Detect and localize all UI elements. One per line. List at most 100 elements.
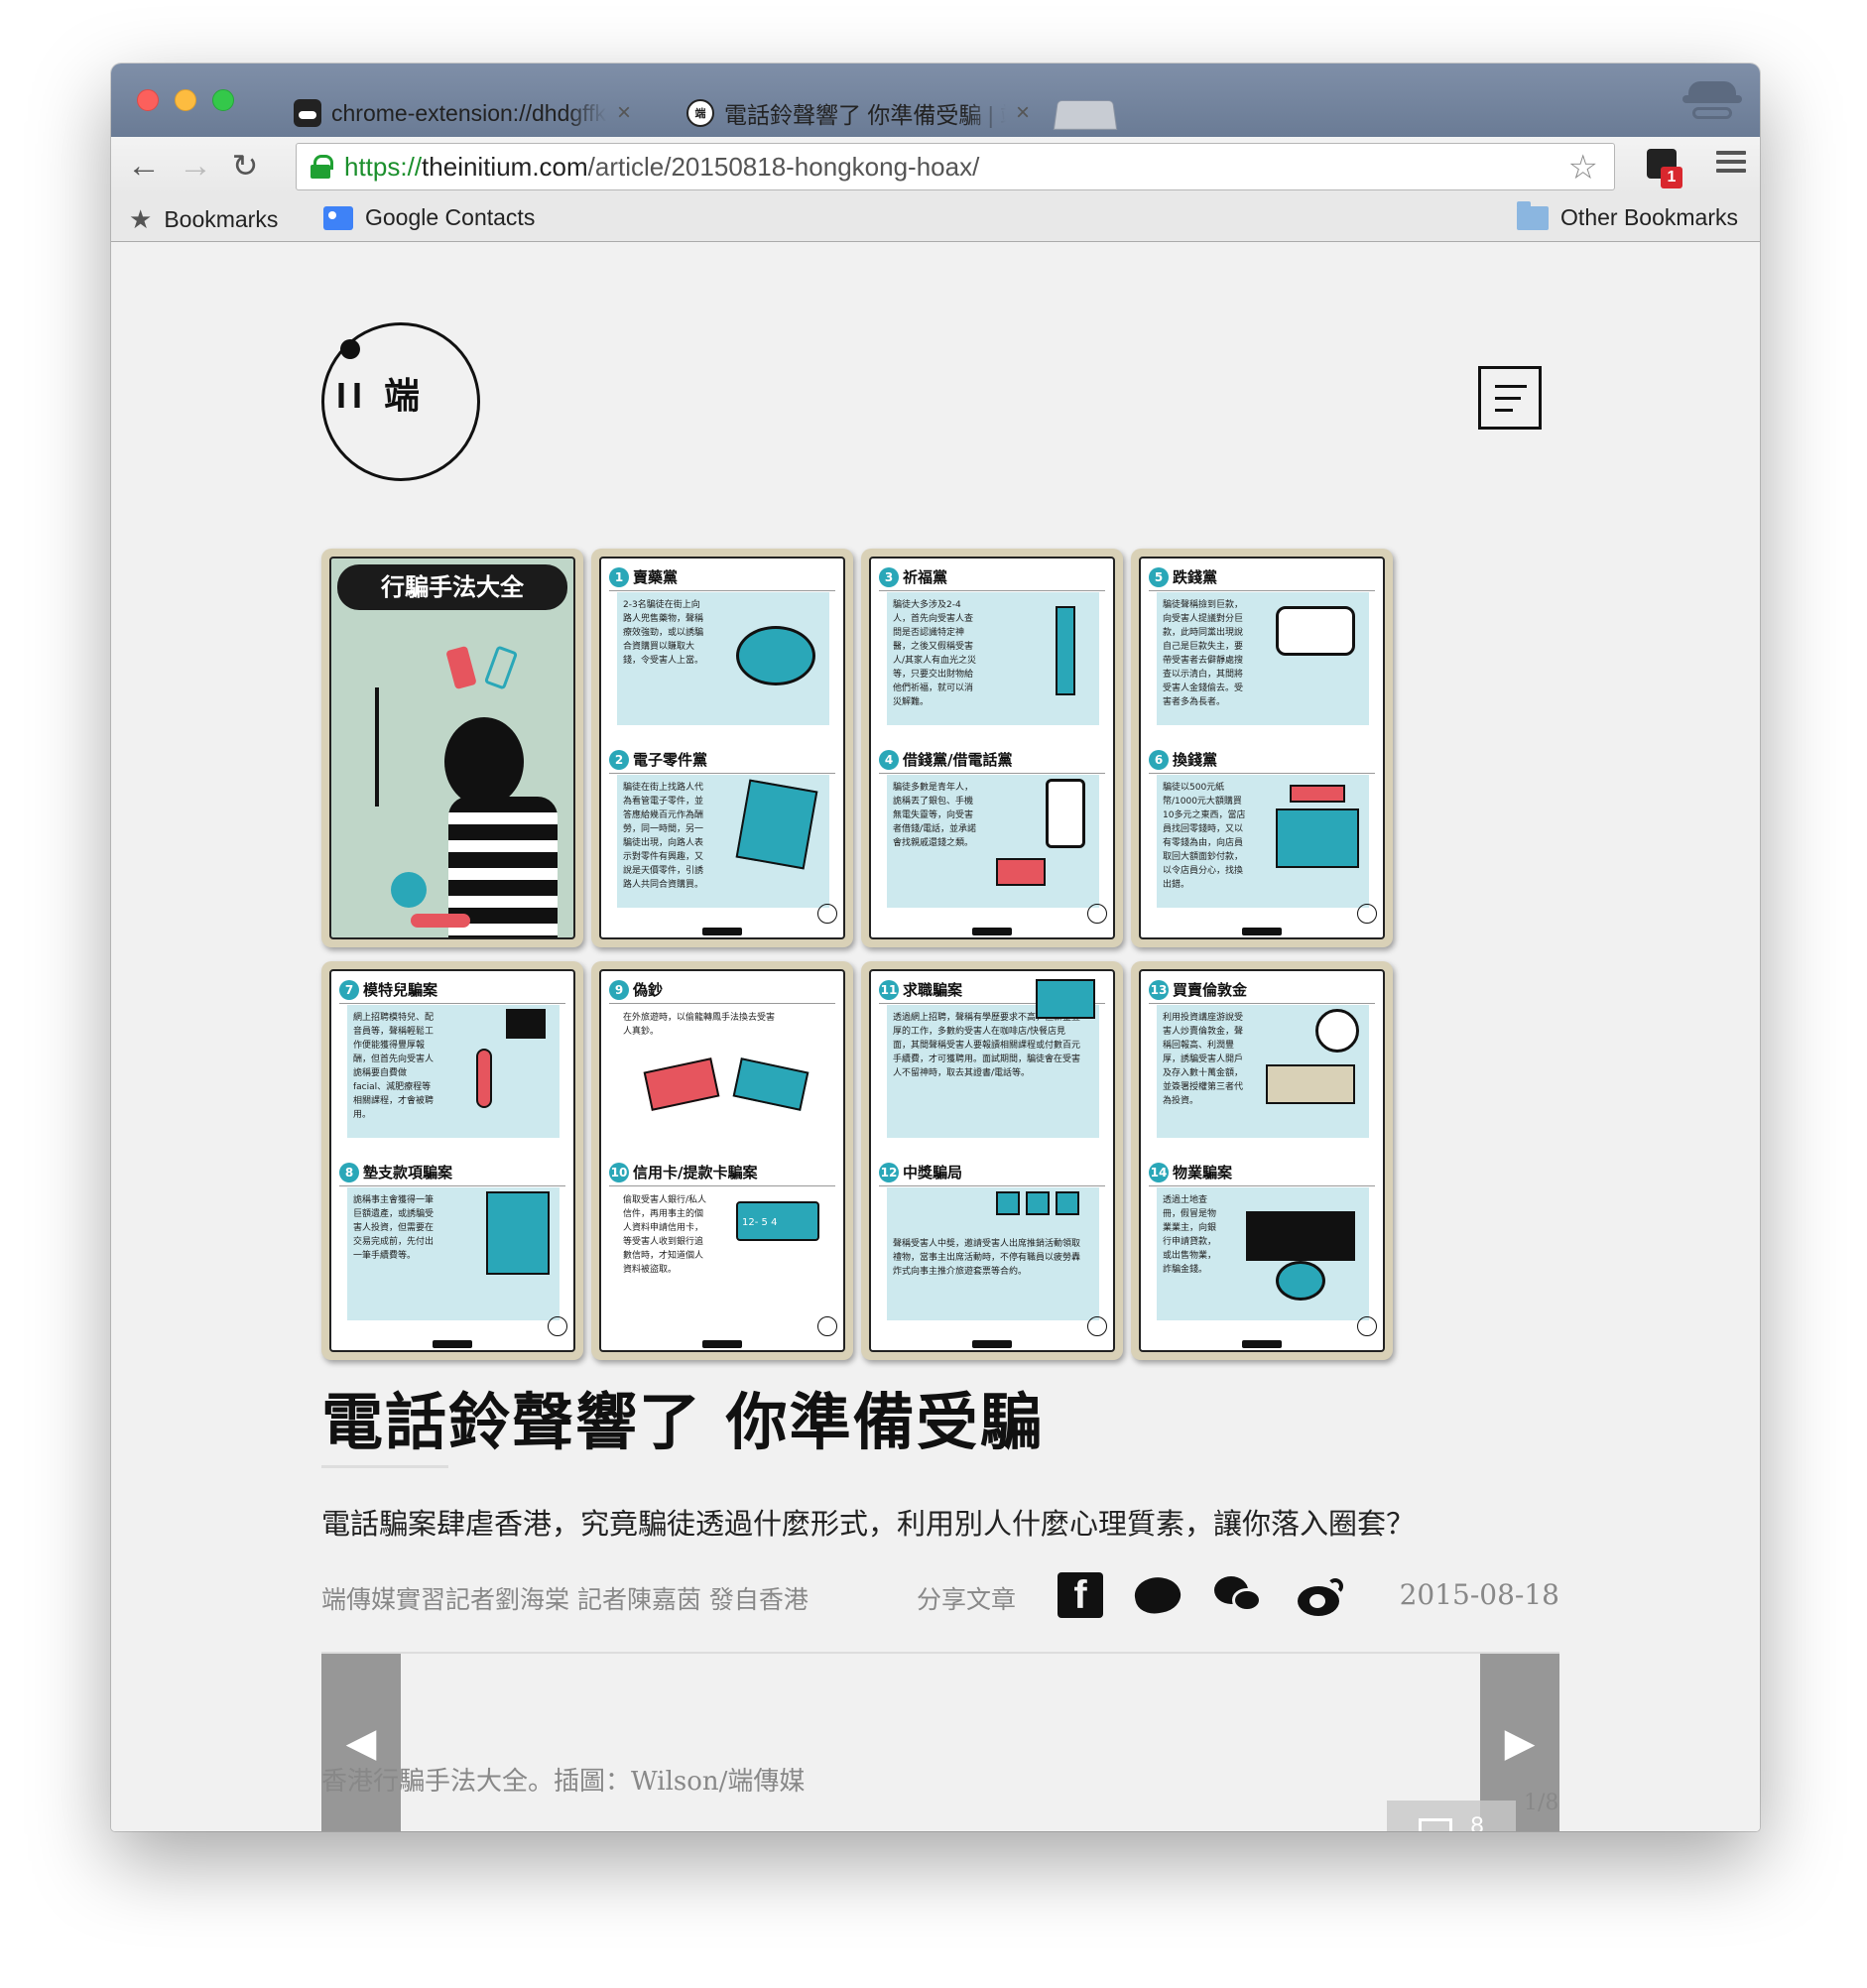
address-bar[interactable]: https:// theinitium.com /article/2015081… (296, 143, 1615, 190)
gallery-thumbnails-button[interactable]: 8 (1387, 1801, 1516, 1831)
tab-close-icon[interactable]: × (617, 99, 631, 127)
article-meta: 端傳媒實習記者劉海棠 記者陳嘉茵 發自香港 分享文章 f 2015-08-18 (321, 1572, 1559, 1622)
scam-card: 13 買賣倫敦金 利用投資講座游說受害人炒賣倫敦金，聲稱回報高、利潤豐厚，誘騙受害… (1131, 961, 1393, 1360)
initium-logo[interactable]: II 端 (321, 322, 480, 481)
city-skyline-illustration (1236, 1191, 1365, 1301)
circuit-board-illustration (726, 779, 825, 888)
banknotes-illustration (627, 1057, 825, 1124)
scam-section: 12 中獎騙局 聲稱受害人中獎，邀請受害人出席推銷活動領取禮物，當事主出席活動時，… (879, 1162, 1105, 1320)
extension-button[interactable]: 1 (1645, 147, 1682, 188)
infographic-title-card: 行騙手法大全 (321, 549, 583, 947)
scam-title: 模特兒騙案 (363, 981, 438, 999)
gold-bars-illustration (1266, 1009, 1365, 1118)
facebook-icon[interactable]: f (1058, 1572, 1103, 1618)
scam-title: 買賣倫敦金 (1173, 981, 1248, 999)
bookmarks-item[interactable]: ★ Bookmarks (129, 204, 278, 235)
scam-card: 5 跌錢黨 騙徒聲稱撿到巨款，向受害人提議對分巨款，此時同黨出現說自己是巨款失主，… (1131, 549, 1393, 947)
tab-article[interactable]: 端 電話鈴聲響了 你準備受騙 | 端傳媒 Initium Media × (653, 87, 1050, 139)
star-icon: ★ (129, 204, 153, 234)
url-host: theinitium.com (422, 151, 588, 182)
scam-description: 網上招聘模特兒、配音員等，聲稱輕鬆工作便能獲得豐厚報酬，但首先向受害人詭稱要自費… (353, 1013, 435, 1120)
back-button[interactable]: ← (125, 147, 163, 185)
extension-favicon-icon (294, 99, 321, 127)
share-label: 分享文章 (917, 1585, 1017, 1614)
new-tab-button[interactable] (1056, 99, 1115, 129)
weibo-icon[interactable] (1298, 1578, 1343, 1616)
tab-close-icon[interactable]: × (1016, 99, 1030, 127)
scam-title: 墊支款項騙案 (363, 1164, 453, 1181)
bookmark-star-icon[interactable]: ☆ (1568, 148, 1598, 187)
scam-card: 3 祈福黨 騙徒大多涉及2-4人，首先向受害人查問是否認識特定神醫，之後又假稱受害… (861, 549, 1123, 947)
card-footer (433, 1340, 472, 1348)
scam-card: 11 求職騙案 透過網上招聘，聲稱有學歷要求不高，但薪金豐厚的工作，多數約受害人在… (861, 961, 1123, 1360)
credit-card-illustration: 12- 5 4 (726, 1191, 825, 1301)
card-tag: 12- (742, 1217, 759, 1228)
thumbnail-count: 8 (1470, 1812, 1484, 1831)
byline: 端傳媒實習記者劉海棠 記者陳嘉茵 發自香港 (321, 1585, 809, 1614)
scam-section: 11 求職騙案 透過網上招聘，聲稱有學歷要求不高，但薪金豐厚的工作，多數約受害人在… (879, 979, 1105, 1138)
scam-section: 1 賣藥黨 2-3名騙徒在街上向路人兜售藥物，聲稱療效強勁，或以誘騙合資購買以賺取… (609, 566, 835, 725)
initium-favicon-icon: 端 (686, 99, 714, 127)
scam-description: 利用投資講座游說受害人炒賣倫敦金，聲稱回報高、利潤豐厚，誘騙受害人開戶及存入數十… (1163, 1013, 1244, 1106)
google-contacts-bookmark[interactable]: Google Contacts (323, 204, 535, 231)
infographic-title: 行騙手法大全 (337, 564, 567, 610)
scam-section: 2 電子零件黨 騙徒在街上找路人代為看管電子零件，並答應給幾百元作為酬勞，同一時間… (609, 749, 835, 908)
scam-description: 騙徒以500元紙幣/1000元大額購買10多元之東西，當店員找回零錢時，又以有零… (1163, 783, 1246, 890)
cash-register-illustration (1266, 779, 1365, 888)
scam-card: 7 模特兒騙案 網上招聘模特兒、配音員等，聲稱輕鬆工作便能獲得豐厚報酬，但首先向受… (321, 961, 583, 1360)
gallery-caption: 香港行騙手法大全。插圖：Wilson/端傳媒 (321, 1767, 806, 1797)
scam-title: 求職騙案 (903, 981, 963, 999)
scam-description: 2-3名騙徒在街上向路人兜售藥物，聲稱療效強勁，或以誘騙合資購買以賺取大錢，令受… (623, 600, 704, 666)
chrome-menu-icon[interactable] (1716, 151, 1746, 177)
scam-title: 借錢黨/借電話黨 (903, 751, 1013, 769)
scam-title: 祈福黨 (903, 568, 948, 586)
page-content: II 端 行騙手法大全 1 賣藥黨 2-3名騙徒在街上向路人兜售藥物，聲稱療效強… (111, 243, 1760, 1831)
scam-section: 6 換錢黨 騙徒以500元紙幣/1000元大額購買10多元之東西，當店員找回零錢時… (1149, 749, 1375, 908)
forward-button[interactable]: → (177, 147, 214, 185)
scam-section: 4 借錢黨/借電話黨 騙徒多數是青年人，詭稱丟了銀包、手機無電失靈等，向受害者借錢… (879, 749, 1105, 908)
card-tag: 4 (771, 1217, 778, 1228)
divider (321, 1465, 448, 1468)
infographic-image[interactable]: 行騙手法大全 1 賣藥黨 2-3名騙徒在街上向路人兜售藥物，聲稱療效強勁，或以誘… (321, 549, 1393, 1362)
browser-window: chrome-extension://dhdgffkkebhmkfjojejmp… (111, 63, 1760, 1831)
gallery-prev-button[interactable]: ◀ (321, 1654, 401, 1831)
card-footer (1242, 928, 1282, 935)
document-pen-illustration (456, 1191, 556, 1301)
browser-toolbar: ← → ↻ https:// theinitium.com /article/2… (111, 137, 1760, 194)
reload-button[interactable]: ↻ (226, 147, 264, 185)
scam-title: 信用卡/提款卡騙案 (633, 1164, 758, 1181)
folder-icon (1517, 200, 1550, 230)
url-scheme: https:// (344, 151, 423, 182)
scam-title: 物業騙案 (1173, 1164, 1233, 1181)
gallery-counter: 1/8 (1524, 1791, 1559, 1815)
scam-description: 騙徒聲稱撿到巨款，向受害人提議對分巨款，此時同黨出現說自己是巨款失主，要帶受害者… (1163, 600, 1244, 707)
site-menu-icon[interactable] (1478, 366, 1542, 430)
card-footer (702, 1340, 742, 1348)
twitter-icon[interactable] (1132, 1572, 1183, 1618)
tab-extension[interactable]: chrome-extension://dhdgffkkebhmkfjojejmp… (260, 87, 651, 139)
wechat-icon[interactable] (1214, 1576, 1264, 1616)
scam-description: 騙徒多數是青年人，詭稱丟了銀包、手機無電失靈等，向受害者借錢/電話，並承諾會找親… (893, 783, 977, 848)
scam-section: 13 買賣倫敦金 利用投資講座游說受害人炒賣倫敦金，聲稱回報高、利潤豐厚，誘騙受害… (1149, 979, 1375, 1138)
scam-description: 騙徒大多涉及2-4人，首先向受害人查問是否認識特定神醫，之後又假稱受害人/其家人… (893, 600, 977, 707)
bookmark-label: Google Contacts (365, 204, 536, 230)
bookmarks-bar: ★ Bookmarks Google Contacts Other Bookma… (111, 194, 1760, 242)
teapot-illustration (726, 596, 825, 705)
newspaper-illustration (1036, 979, 1095, 1029)
extension-badge: 1 (1661, 167, 1682, 188)
divider (321, 1652, 1559, 1654)
scam-title: 偽鈔 (633, 981, 664, 999)
tab-title: 電話鈴聲響了 你準備受騙 | 端傳媒 Initium Media (724, 102, 1006, 128)
bookmark-label: Other Bookmarks (1560, 204, 1738, 230)
scam-title: 跌錢黨 (1173, 568, 1218, 586)
scam-description: 騙徒在街上找路人代為看管電子零件，並答應給幾百元作為酬勞，同一時間，另一騙徒出現… (623, 783, 704, 890)
scam-description: 詭稱事主會獲得一筆巨額遺產，或誘騙受害人投資，但需要在交易完成前，先付出一筆手續… (353, 1195, 435, 1261)
close-window-button[interactable] (137, 89, 159, 111)
scam-description: 透過土地查冊，假冒是物業業主，向銀行申請貸款，或出售物業，詐騙金錢。 (1163, 1195, 1217, 1275)
article-lede: 電話騙案肆虐香港，究竟騙徒透過什麼形式，利用別人什麼心理質素，讓你落入圈套？ (321, 1507, 1416, 1541)
other-bookmarks-folder[interactable]: Other Bookmarks (1517, 200, 1738, 231)
minimize-window-button[interactable] (175, 89, 196, 111)
zoom-window-button[interactable] (212, 89, 234, 111)
handbag-illustration (1266, 596, 1365, 705)
phone-wallet-illustration (996, 779, 1095, 888)
